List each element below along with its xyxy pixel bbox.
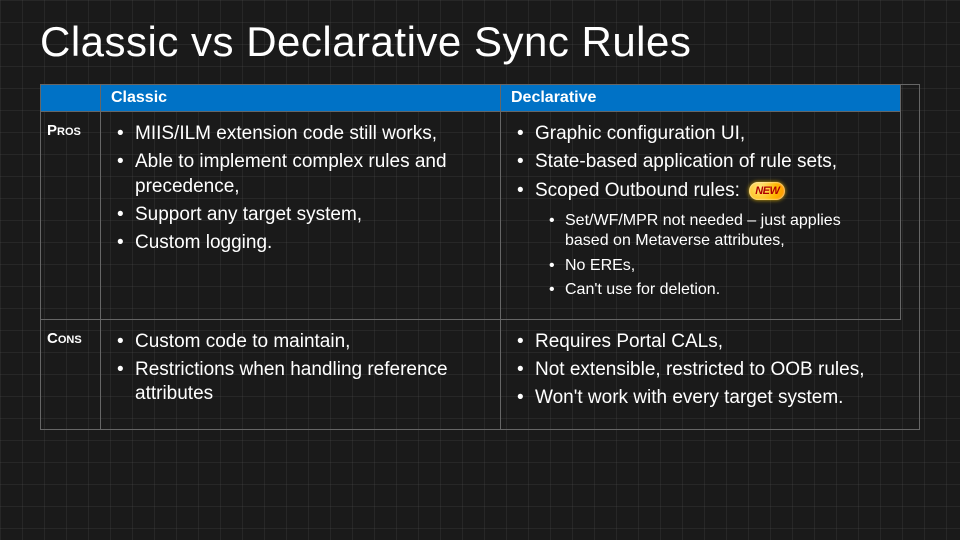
list-item: Can't use for deletion.	[549, 280, 884, 300]
list-pros-declarative: Graphic configuration UI, State-based ap…	[517, 122, 884, 301]
cell-cons-declarative: Requires Portal CALs, Not extensible, re…	[501, 319, 901, 429]
list-item: Not extensible, restricted to OOB rules,	[517, 358, 885, 382]
list-item: Able to implement complex rules and prec…	[117, 150, 484, 199]
slide: Classic vs Declarative Sync Rules Classi…	[0, 0, 960, 430]
list-item: Set/WF/MPR not needed – just applies bas…	[549, 211, 884, 252]
cell-pros-classic: MIIS/ILM extension code still works, Abl…	[101, 111, 501, 319]
scoped-text: Scoped Outbound rules:	[535, 180, 740, 201]
header-classic: Classic	[101, 85, 501, 111]
cell-cons-classic: Custom code to maintain, Restrictions wh…	[101, 319, 501, 429]
list-item: Custom code to maintain,	[117, 330, 484, 354]
list-item: State-based application of rule sets,	[517, 150, 884, 174]
list-pros-classic: MIIS/ILM extension code still works, Abl…	[117, 122, 484, 256]
header-declarative: Declarative	[501, 85, 901, 111]
slide-title: Classic vs Declarative Sync Rules	[40, 18, 920, 66]
list-item-scoped: Scoped Outbound rules: NEW Set/WF/MPR no…	[517, 179, 884, 301]
list-item: Support any target system,	[117, 203, 484, 227]
list-cons-declarative: Requires Portal CALs, Not extensible, re…	[517, 330, 885, 411]
list-item: Graphic configuration UI,	[517, 122, 884, 146]
list-item: Won't work with every target system.	[517, 386, 885, 410]
list-cons-classic: Custom code to maintain, Restrictions wh…	[117, 330, 484, 407]
new-badge-icon: NEW	[749, 182, 785, 200]
list-item: Requires Portal CALs,	[517, 330, 885, 354]
list-item: MIIS/ILM extension code still works,	[117, 122, 484, 146]
list-item: Custom logging.	[117, 231, 484, 255]
row-label-pros: Pros	[41, 111, 101, 319]
list-item: Restrictions when handling reference att…	[117, 358, 484, 407]
list-item: No EREs,	[549, 256, 884, 276]
comparison-table: Classic Declarative Pros MIIS/ILM extens…	[40, 84, 920, 430]
row-label-cons: Cons	[41, 319, 101, 429]
sublist-scoped: Set/WF/MPR not needed – just applies bas…	[549, 211, 884, 301]
header-blank	[41, 85, 101, 111]
cell-pros-declarative: Graphic configuration UI, State-based ap…	[501, 111, 901, 319]
